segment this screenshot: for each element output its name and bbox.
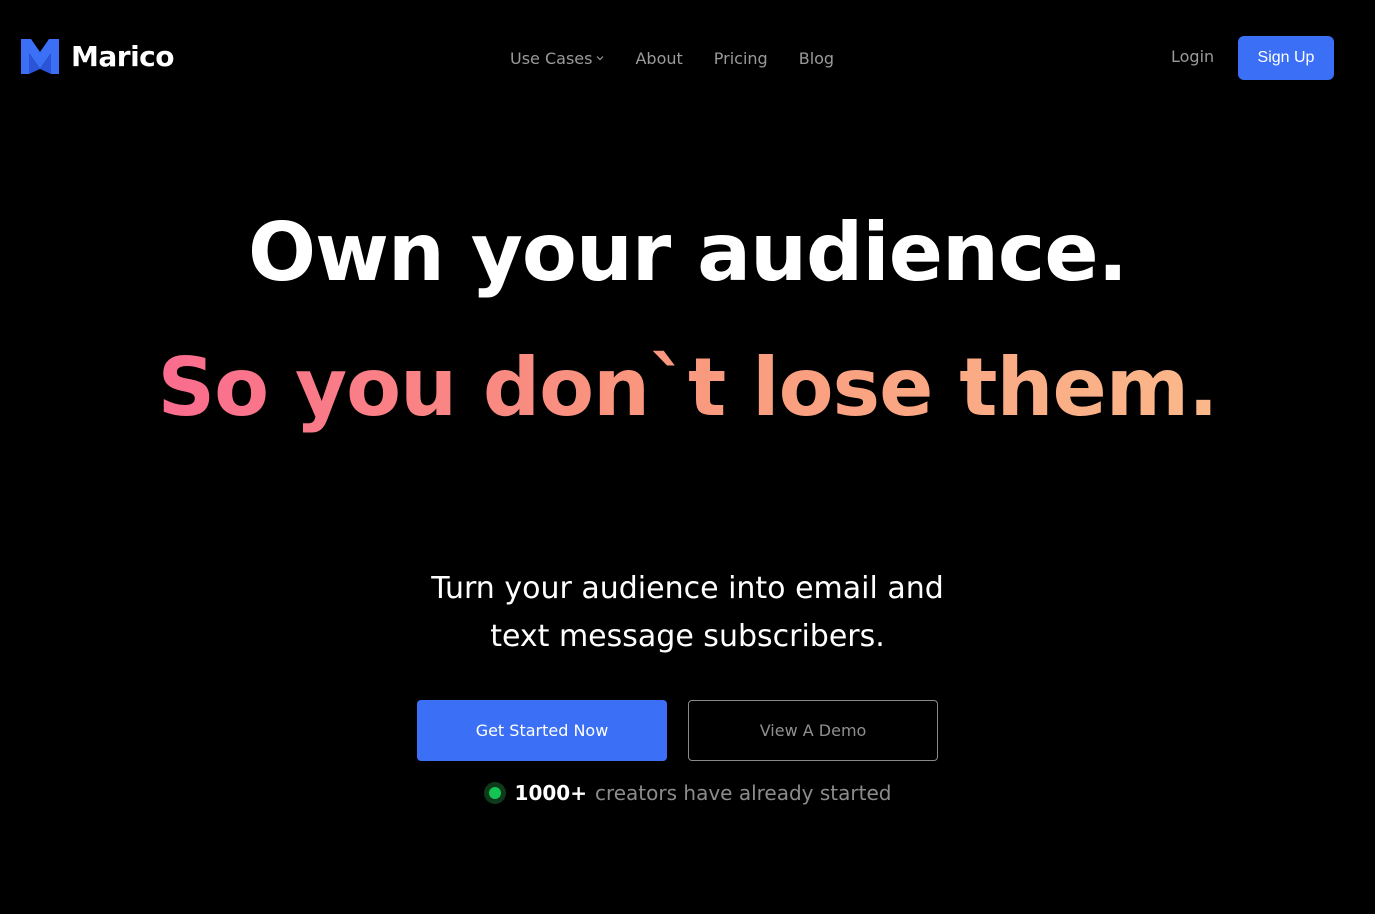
nav-item-blog[interactable]: Blog — [799, 49, 834, 68]
brand-logo-link[interactable]: Marico — [21, 39, 175, 74]
nav-item-label: About — [635, 48, 683, 68]
hero-headline-secondary: So you don`t lose them. — [0, 333, 1375, 443]
nav-item-use-cases[interactable]: Use Cases — [510, 49, 604, 68]
creator-count: 1000+ — [514, 781, 587, 805]
get-started-button[interactable]: Get Started Now — [417, 700, 667, 761]
online-status-icon — [483, 782, 506, 804]
hero-headline-secondary-text: So you don`t lose them. — [157, 341, 1219, 434]
view-demo-button[interactable]: View A Demo — [688, 700, 938, 761]
nav-item-label: Blog — [798, 48, 835, 68]
social-proof: 1000+ creators have already started — [0, 780, 1375, 806]
site-header: Marico Use Cases About Pricing Blog Logi… — [0, 0, 1375, 116]
marico-m-logo-icon — [21, 39, 59, 74]
hero-headline-primary-text: Own your audience. — [248, 206, 1128, 299]
chevron-down-icon — [597, 56, 604, 61]
nav-item-pricing[interactable]: Pricing — [714, 49, 768, 68]
online-status-dot — [488, 787, 501, 799]
social-proof-text: creators have already started — [594, 781, 892, 805]
hero-subheadline-line-1: Turn your audience into email and — [431, 571, 944, 606]
hero-subheadline-line-2: text message subscribers. — [490, 619, 885, 654]
login-link[interactable]: Login — [1171, 47, 1214, 66]
main-nav: Use Cases About Pricing Blog — [510, 47, 834, 69]
landing-page: Marico Use Cases About Pricing Blog Logi… — [0, 0, 1375, 914]
brand-name: Marico — [71, 39, 175, 73]
hero-subheadline: Turn your audience into email and text m… — [0, 565, 1375, 661]
hero-headline-primary: Own your audience. — [0, 198, 1375, 308]
nav-item-label: Use Cases — [510, 48, 593, 68]
signup-button[interactable]: Sign Up — [1238, 36, 1334, 80]
nav-item-label: Pricing — [713, 48, 768, 68]
nav-item-about[interactable]: About — [635, 49, 682, 68]
